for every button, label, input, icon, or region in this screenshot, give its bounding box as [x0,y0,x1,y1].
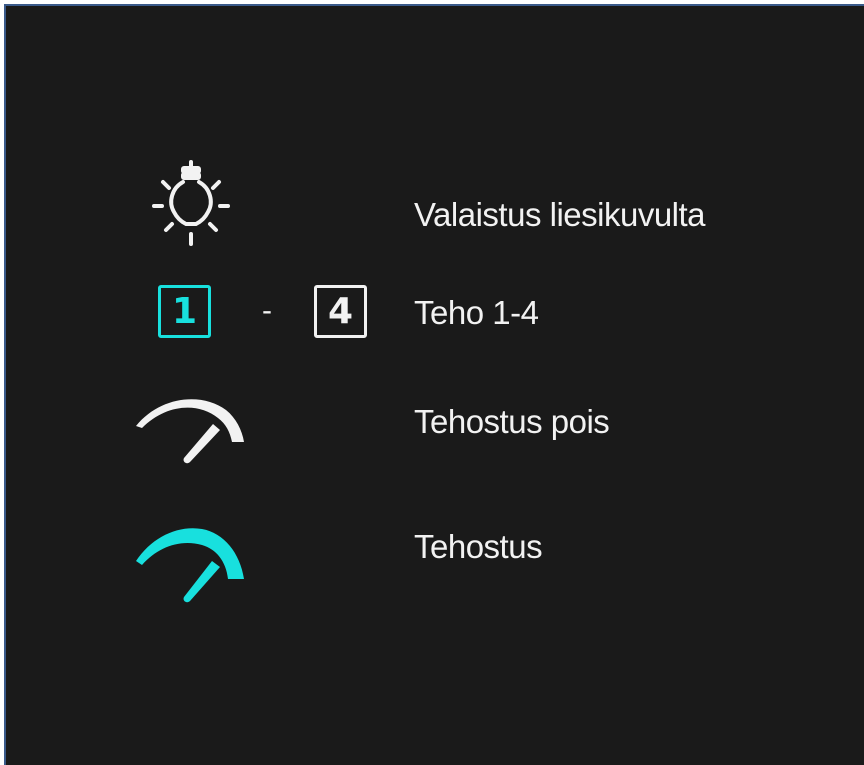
lightbulb-icon [152,160,230,246]
power-level-separator: - [262,294,272,327]
legend-label-boost: Tehostus [414,528,543,565]
legend-label-power: Teho 1-4 [414,294,539,331]
legend-label-light: Valaistus liesikuvulta [414,196,706,233]
legend-panel: Valaistus liesikuvulta 1 - 4 Teho 1-4 Te… [4,4,864,765]
power-level-max-label: 4 [327,290,354,332]
legend-label-boost-off: Tehostus pois [414,403,610,440]
power-level-max-icon: 4 [314,285,367,338]
power-level-min-icon: 1 [158,285,211,338]
gauge-icon [136,399,244,464]
power-level-min-label: 1 [171,290,198,332]
gauge-boost-icon [136,528,244,603]
